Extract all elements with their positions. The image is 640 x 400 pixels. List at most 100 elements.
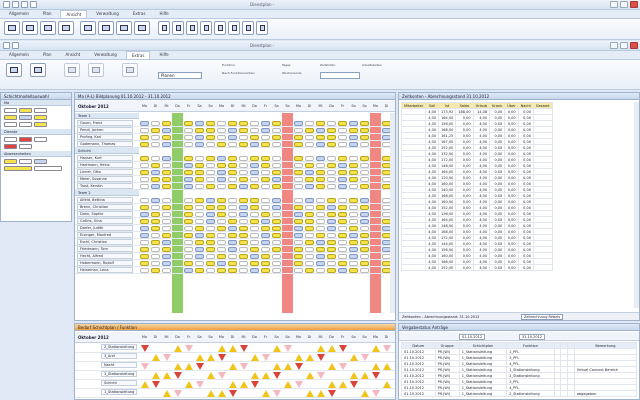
demand-indicator[interactable] bbox=[273, 345, 281, 352]
ribbon-button-5[interactable] bbox=[80, 21, 96, 35]
shift-cell[interactable] bbox=[195, 184, 204, 189]
shift-cell[interactable] bbox=[327, 142, 336, 147]
shift-cell[interactable] bbox=[338, 184, 347, 189]
shift-cell[interactable] bbox=[217, 247, 226, 252]
ribbon-button-6[interactable] bbox=[98, 21, 114, 35]
ribbon-button-4[interactable] bbox=[58, 21, 74, 35]
funktionsreihen-checkbox[interactable]: Nach Funktionsreihen bbox=[222, 71, 255, 75]
shift-cell[interactable] bbox=[272, 177, 281, 182]
shift-cell[interactable] bbox=[239, 247, 248, 252]
shift-cell[interactable] bbox=[272, 170, 281, 175]
shift-cell[interactable] bbox=[206, 142, 215, 147]
shift-cell[interactable] bbox=[316, 128, 325, 133]
shift-cell[interactable] bbox=[195, 233, 204, 238]
shift-cell[interactable] bbox=[217, 261, 226, 266]
shift-cell[interactable] bbox=[305, 268, 314, 273]
demand-indicator[interactable] bbox=[317, 345, 325, 352]
shift-cell[interactable] bbox=[140, 205, 149, 210]
shift-cell[interactable] bbox=[316, 205, 325, 210]
demand-indicator[interactable] bbox=[196, 381, 204, 388]
shift-cell[interactable] bbox=[360, 219, 369, 224]
demand-indicator[interactable] bbox=[328, 363, 336, 370]
shift-cell[interactable] bbox=[316, 184, 325, 189]
shift-cell[interactable] bbox=[294, 170, 303, 175]
shift-cell[interactable] bbox=[195, 212, 204, 217]
shift-cell[interactable] bbox=[162, 128, 171, 133]
shift-cell[interactable] bbox=[162, 135, 171, 140]
shift-cell[interactable] bbox=[206, 177, 215, 182]
shift-cell[interactable] bbox=[250, 254, 259, 259]
employee-name[interactable]: Hartmann, Heinz bbox=[77, 162, 133, 168]
shift-cell[interactable] bbox=[294, 142, 303, 147]
shift-cell[interactable] bbox=[338, 142, 347, 147]
shift-cell[interactable] bbox=[140, 219, 149, 224]
shift-cell[interactable] bbox=[217, 128, 226, 133]
schedule-scrollbar[interactable] bbox=[390, 113, 395, 313]
demand-indicator[interactable] bbox=[240, 363, 248, 370]
shift-cell[interactable] bbox=[250, 205, 259, 210]
shift-cell[interactable] bbox=[338, 205, 347, 210]
second-tab-0[interactable]: Allgemein bbox=[4, 51, 34, 59]
close-button-2[interactable] bbox=[630, 42, 638, 49]
shift-chip[interactable] bbox=[19, 108, 32, 113]
timeaccount-scrollbar[interactable] bbox=[634, 102, 639, 308]
demand-indicator[interactable] bbox=[328, 345, 336, 352]
ribbon-button-1[interactable] bbox=[4, 21, 20, 35]
shift-cell[interactable] bbox=[140, 247, 149, 252]
shift-cell[interactable] bbox=[151, 156, 160, 161]
shift-cell[interactable] bbox=[360, 128, 369, 133]
shift-cell[interactable] bbox=[294, 184, 303, 189]
shift-cell[interactable] bbox=[272, 247, 281, 252]
demand-indicator[interactable] bbox=[328, 390, 336, 397]
employee-name[interactable]: Friedmann, Tom bbox=[77, 246, 133, 252]
shift-cell[interactable] bbox=[151, 233, 160, 238]
ribbon-button-12[interactable] bbox=[200, 21, 212, 35]
shift-cell[interactable] bbox=[272, 198, 281, 203]
shift-cell[interactable] bbox=[327, 128, 336, 133]
shift-cell[interactable] bbox=[184, 247, 193, 252]
demand-indicator[interactable] bbox=[141, 345, 149, 352]
save-icon-2[interactable] bbox=[12, 42, 19, 49]
shift-cell[interactable] bbox=[261, 212, 270, 217]
demand-indicator[interactable] bbox=[207, 372, 215, 379]
shift-cell[interactable] bbox=[349, 226, 358, 231]
demand-indicator[interactable] bbox=[152, 381, 160, 388]
demand-label[interactable]: Schicht bbox=[101, 380, 137, 386]
shift-cell[interactable] bbox=[305, 240, 314, 245]
demand-indicator[interactable] bbox=[218, 345, 226, 352]
demand-indicator[interactable] bbox=[306, 390, 314, 397]
shift-cell[interactable] bbox=[217, 226, 226, 231]
shift-cell[interactable] bbox=[195, 268, 204, 273]
shift-cell[interactable] bbox=[360, 170, 369, 175]
shift-cell[interactable] bbox=[360, 177, 369, 182]
shift-cell[interactable] bbox=[184, 135, 193, 140]
shift-cell[interactable] bbox=[250, 226, 259, 231]
app-menu-icon[interactable] bbox=[3, 1, 10, 8]
shift-cell[interactable] bbox=[338, 135, 347, 140]
shift-cell[interactable] bbox=[184, 128, 193, 133]
shift-cell[interactable] bbox=[349, 219, 358, 224]
shift-cell[interactable] bbox=[228, 121, 237, 126]
ribbon-button-7[interactable] bbox=[116, 21, 132, 35]
shift-cell[interactable] bbox=[360, 156, 369, 161]
shift-cell[interactable] bbox=[360, 198, 369, 203]
shift-cell[interactable] bbox=[217, 177, 226, 182]
shift-cell[interactable] bbox=[305, 198, 314, 203]
shift-cell[interactable] bbox=[294, 177, 303, 182]
shift-cell[interactable] bbox=[151, 268, 160, 273]
shift-cell[interactable] bbox=[195, 226, 204, 231]
shift-cell[interactable] bbox=[305, 184, 314, 189]
shift-cell[interactable] bbox=[239, 254, 248, 259]
shift-cell[interactable] bbox=[217, 268, 226, 273]
top-tab-3[interactable]: Verwaltung bbox=[91, 10, 124, 18]
shift-cell[interactable] bbox=[140, 121, 149, 126]
shift-cell[interactable] bbox=[261, 226, 270, 231]
demand-indicator[interactable] bbox=[339, 345, 347, 352]
shift-cell[interactable] bbox=[250, 268, 259, 273]
demand-indicator[interactable] bbox=[240, 345, 248, 352]
demand-indicator[interactable] bbox=[185, 381, 193, 388]
shift-cell[interactable] bbox=[217, 254, 226, 259]
shift-cell[interactable] bbox=[195, 156, 204, 161]
shift-cell[interactable] bbox=[217, 205, 226, 210]
shift-cell[interactable] bbox=[151, 261, 160, 266]
